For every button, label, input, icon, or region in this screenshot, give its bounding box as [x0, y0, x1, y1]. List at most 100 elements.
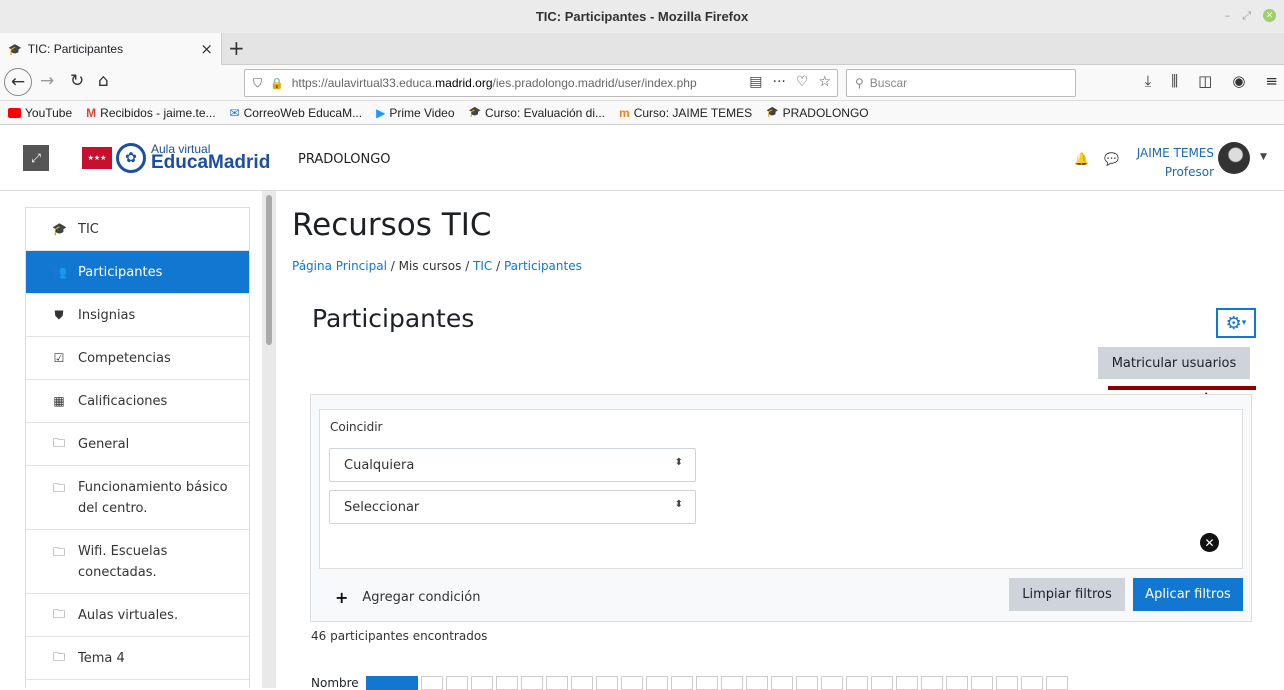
settings-menu-button[interactable]: ⚙ ▾: [1216, 308, 1256, 338]
bookmark-gmail[interactable]: M Recibidos - jaime.te...: [86, 106, 215, 120]
drawer-toggle-button[interactable]: ⤢: [23, 145, 49, 171]
sidebar-item-label: Aulas virtuales.: [78, 607, 179, 623]
filter-panel: Coincidir Cualquiera ⬍ Seleccionar ⬍ ✕ +…: [310, 394, 1252, 622]
match-select[interactable]: Cualquiera ⬍: [329, 448, 696, 482]
chevron-down-icon: ▾: [1241, 318, 1247, 328]
breadcrumb-participants-link[interactable]: Participantes: [504, 259, 582, 273]
play-icon: ▶: [376, 105, 386, 120]
sidebar-item-label: Wifi. Escuelas conectadas.: [78, 543, 168, 580]
close-tab-icon[interactable]: ×: [200, 40, 213, 58]
bookmark-pradolongo[interactable]: 🎓 PRADOLONGO: [766, 106, 868, 120]
enrol-users-button[interactable]: Matricular usuarios: [1098, 347, 1250, 379]
search-icon: ⚲: [855, 76, 864, 90]
address-bar[interactable]: ⛉ 🔒 https://aulavirtual33.educa.madrid.o…: [244, 69, 838, 97]
sidebar-item-aulas-virtuales[interactable]: 🗀 Aulas virtuales.: [26, 594, 249, 637]
breadcrumb-separator: /: [465, 259, 474, 273]
breadcrumb-home-link[interactable]: Página Principal: [292, 259, 387, 273]
youtube-icon: [8, 107, 21, 118]
sidebar-item-funcionamiento[interactable]: 🗀 Funcionamiento básico del centro.: [26, 466, 249, 530]
bookmark-curso-evaluacion[interactable]: 🎓 Curso: Evaluación di...: [469, 106, 606, 120]
educamadrid-logo-icon[interactable]: ✿: [116, 143, 146, 173]
forward-button[interactable]: →: [40, 71, 54, 91]
window-controls: – ⤢ ✕: [1225, 9, 1276, 23]
breadcrumb-separator: /: [390, 259, 399, 273]
sidebar-item-label: Calificaciones: [78, 393, 168, 409]
download-icon[interactable]: ⤓: [1145, 72, 1152, 90]
bookmark-curso-jaime[interactable]: m Curso: JAIME TEMES: [619, 106, 752, 120]
breadcrumb-my-courses: Mis cursos: [398, 259, 462, 273]
course-navigation-drawer: 🎓 TIC 👥 Participantes ⛊ Insignias ☑ Comp…: [25, 207, 250, 688]
bookmark-star-icon[interactable]: ☆: [818, 74, 831, 90]
table-icon: ▦: [53, 394, 65, 408]
reader-view-icon[interactable]: ▤: [749, 74, 762, 90]
reload-button[interactable]: ↻: [70, 71, 84, 91]
site-name-link[interactable]: PRADOLONGO: [298, 152, 391, 167]
remove-filter-button[interactable]: ✕: [1200, 533, 1219, 552]
select-caret-icon: ⬍: [674, 499, 683, 510]
sidebar-item-general[interactable]: 🗀 General: [26, 423, 249, 466]
account-icon[interactable]: ◉: [1232, 72, 1245, 90]
plus-icon: +: [335, 588, 349, 607]
sidebar-item-tema-4[interactable]: 🗀 Tema 4: [26, 637, 249, 680]
messages-icon[interactable]: 💬: [1104, 152, 1119, 166]
mail-icon: ✉: [229, 105, 240, 120]
match-select-value: Cualquiera: [344, 457, 415, 473]
breadcrumb-course-link[interactable]: TIC: [473, 259, 492, 273]
moodle-favicon-icon: 🎓: [8, 42, 22, 56]
graduation-cap-icon: 🎓: [52, 222, 67, 236]
user-name[interactable]: JAIME TEMES: [1137, 146, 1214, 160]
url-actions: ▤ ··· ♡ ☆: [749, 74, 831, 90]
expand-icon: ⤢: [31, 150, 41, 165]
navigation-bar: ← → ↻ ⌂ ⛉ 🔒 https://aulavirtual33.educa.…: [0, 65, 1284, 101]
clear-filters-button[interactable]: Limpiar filtros: [1009, 578, 1125, 611]
moodle-m-icon: m: [619, 105, 630, 120]
add-condition-button[interactable]: + Agregar condición: [335, 588, 480, 607]
breadcrumb: Página Principal / Mis cursos / TIC / Pa…: [292, 259, 582, 273]
tab-label: TIC: Participantes: [27, 42, 124, 56]
sidebar-item-label: Insignias: [78, 307, 136, 323]
sidebar-toggle-icon[interactable]: ◫: [1198, 72, 1212, 90]
bookmark-correoweb[interactable]: ✉ CorreoWeb EducaM...: [230, 106, 363, 120]
lock-icon[interactable]: 🔒: [270, 77, 284, 90]
new-tab-icon[interactable]: +: [228, 36, 245, 60]
shield-icon[interactable]: ⛉: [253, 76, 262, 91]
maximize-icon[interactable]: ⤢: [1242, 9, 1251, 23]
filter-type-value: Seleccionar: [344, 499, 420, 515]
scrollbar-thumb[interactable]: [266, 195, 272, 345]
sidebar-item-tic[interactable]: 🎓 TIC: [26, 208, 249, 251]
users-icon: 👥: [52, 265, 67, 279]
annotation-underline: [1108, 386, 1256, 390]
page-title: Participantes: [312, 304, 475, 333]
sidebar-item-calificaciones[interactable]: ▦ Calificaciones: [26, 380, 249, 423]
sidebar-item-insignias[interactable]: ⛊ Insignias: [26, 294, 249, 337]
sidebar-item-label: Participantes: [78, 264, 163, 280]
logo-title[interactable]: EducaMadrid: [151, 152, 270, 174]
search-input[interactable]: ⚲ Buscar: [846, 69, 1076, 97]
select-caret-icon: ⬍: [674, 457, 683, 468]
bookmark-youtube[interactable]: YouTube: [8, 106, 72, 120]
checkbox-icon: ☑: [53, 351, 65, 365]
home-button[interactable]: ⌂: [98, 71, 109, 91]
tab-tic-participantes[interactable]: 🎓 TIC: Participantes ×: [0, 33, 222, 65]
avatar[interactable]: [1218, 142, 1250, 174]
chevron-down-icon[interactable]: ▼: [1260, 152, 1267, 162]
madrid-flag-icon[interactable]: ★★★: [82, 147, 112, 169]
page-actions-icon[interactable]: ···: [773, 74, 786, 90]
bookmark-prime-video[interactable]: ▶ Prime Video: [376, 106, 454, 120]
window-titlebar: TIC: Participantes - Mozilla Firefox – ⤢…: [0, 0, 1284, 33]
sidebar-item-competencias[interactable]: ☑ Competencias: [26, 337, 249, 380]
close-window-icon[interactable]: ✕: [1263, 9, 1276, 22]
window-title: TIC: Participantes - Mozilla Firefox: [535, 9, 749, 24]
sidebar-item-participantes[interactable]: 👥 Participantes: [26, 251, 249, 294]
filter-type-select[interactable]: Seleccionar ⬍: [329, 490, 696, 524]
back-button[interactable]: ←: [4, 68, 32, 96]
pocket-icon[interactable]: ♡: [796, 74, 809, 90]
notifications-bell-icon[interactable]: 🔔: [1074, 152, 1089, 166]
sidebar-item-label: General: [78, 436, 130, 452]
library-icon[interactable]: ⫼: [1171, 72, 1178, 90]
menu-icon[interactable]: ≡: [1265, 72, 1278, 90]
minimize-icon[interactable]: –: [1225, 9, 1231, 23]
apply-filters-button[interactable]: Aplicar filtros: [1133, 578, 1243, 611]
sidebar-item-wifi[interactable]: 🗀 Wifi. Escuelas conectadas.: [26, 530, 249, 594]
sidebar-item-label: Tema 4: [78, 650, 125, 666]
